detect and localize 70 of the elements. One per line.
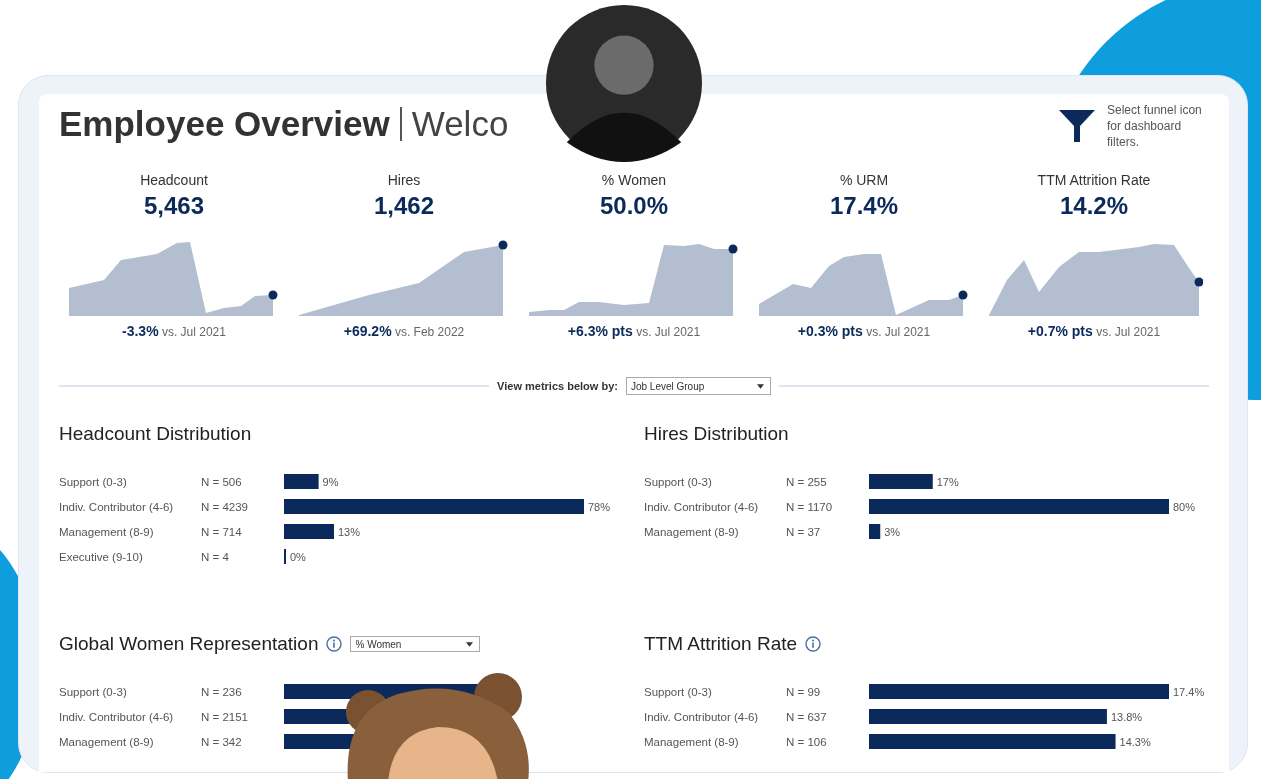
bar <box>869 474 933 489</box>
count-label: N = 342 <box>201 735 242 748</box>
kpi-change: +0.7% pts vs. Jul 2021 <box>1027 323 1161 339</box>
data-label: 78% <box>588 500 611 513</box>
kpi-label: % URM <box>839 172 889 188</box>
data-label: 17% <box>936 475 959 488</box>
kpi-value: 50.0% <box>599 192 669 220</box>
count-label: N = 236 <box>201 685 242 698</box>
bar <box>869 524 881 539</box>
kpi-change: +69.2% vs. Feb 2022 <box>343 323 465 339</box>
data-label: 17.4% <box>1173 685 1205 698</box>
category-label: Support (0-3) <box>644 685 712 698</box>
caret-icon <box>756 383 764 389</box>
category-label: Management (8-9) <box>644 735 739 748</box>
count-label: N = 99 <box>786 685 821 698</box>
dashboard-title: Employee Overview <box>59 104 390 144</box>
count-label: N = 637 <box>786 710 827 723</box>
category-label: Indiv. Contributor (4-6) <box>59 500 174 513</box>
count-label: N = 37 <box>786 525 821 538</box>
bar <box>284 474 319 489</box>
section-title: TTM Attrition Rate <box>644 633 798 655</box>
data-label: 13% <box>338 525 361 538</box>
count-label: N = 4 <box>201 550 229 563</box>
data-label: 0% <box>290 550 306 563</box>
kpi-value: 1,462 <box>373 192 435 220</box>
category-label: Indiv. Contributor (4-6) <box>59 710 174 723</box>
kpi-value: 17.4% <box>829 192 899 220</box>
section-title: Global Women Representation <box>59 633 319 655</box>
welcome-text: Welco <box>411 104 509 144</box>
category-label: Indiv. Contributor (4-6) <box>644 710 759 723</box>
measure-dropdown[interactable]: % Women <box>350 636 481 652</box>
data-label: 9% <box>322 475 339 488</box>
data-label: 80% <box>1173 500 1196 513</box>
caret-icon <box>466 641 474 647</box>
kpi-label: TTM Attrition Rate <box>1037 172 1151 188</box>
kpi-value: 14.2% <box>1059 192 1129 220</box>
category-label: Indiv. Contributor (4-6) <box>644 500 759 513</box>
count-label: N = 2151 <box>201 710 248 723</box>
category-label: Management (8-9) <box>59 525 154 538</box>
category-label: Support (0-3) <box>644 475 712 488</box>
count-label: N = 255 <box>786 475 827 488</box>
category-label: Support (0-3) <box>59 685 127 698</box>
section-title: Headcount Distribution <box>59 423 252 445</box>
category-label: Executive (9-10) <box>59 550 143 563</box>
filter-hint: Select funnel icon for dashboard filters. <box>1107 102 1203 150</box>
metric-dropdown[interactable]: Job Level Group <box>625 377 771 395</box>
category-label: Management (8-9) <box>59 735 154 748</box>
data-label: 13.8% <box>1110 710 1143 723</box>
kpi-change: +6.3% pts vs. Jul 2021 <box>567 323 701 339</box>
count-label: N = 714 <box>201 525 242 538</box>
data-label: 14.3% <box>1119 735 1151 748</box>
category-label: Management (8-9) <box>644 525 739 538</box>
count-label: N = 1170 <box>786 500 833 513</box>
info-icon[interactable] <box>326 636 343 652</box>
kpi-change: +0.3% pts vs. Jul 2021 <box>797 323 931 339</box>
category-label: Support (0-3) <box>59 475 127 488</box>
title-divider <box>399 107 402 141</box>
kpi-label: Headcount <box>140 172 208 188</box>
count-label: N = 4239 <box>201 500 248 513</box>
kpi-value: 5,463 <box>143 192 205 220</box>
bar <box>284 524 334 539</box>
section-title: Hires Distribution <box>644 423 789 445</box>
kpi-label: % Women <box>601 172 667 188</box>
count-label: N = 506 <box>201 475 242 488</box>
kpi-label: Hires <box>387 172 421 188</box>
data-label: 3% <box>884 525 901 538</box>
selector-label: View metrics below by: <box>497 380 618 392</box>
count-label: N = 106 <box>786 735 827 748</box>
info-icon[interactable] <box>805 636 822 652</box>
kpi-change: -3.3% vs. Jul 2021 <box>122 323 226 339</box>
